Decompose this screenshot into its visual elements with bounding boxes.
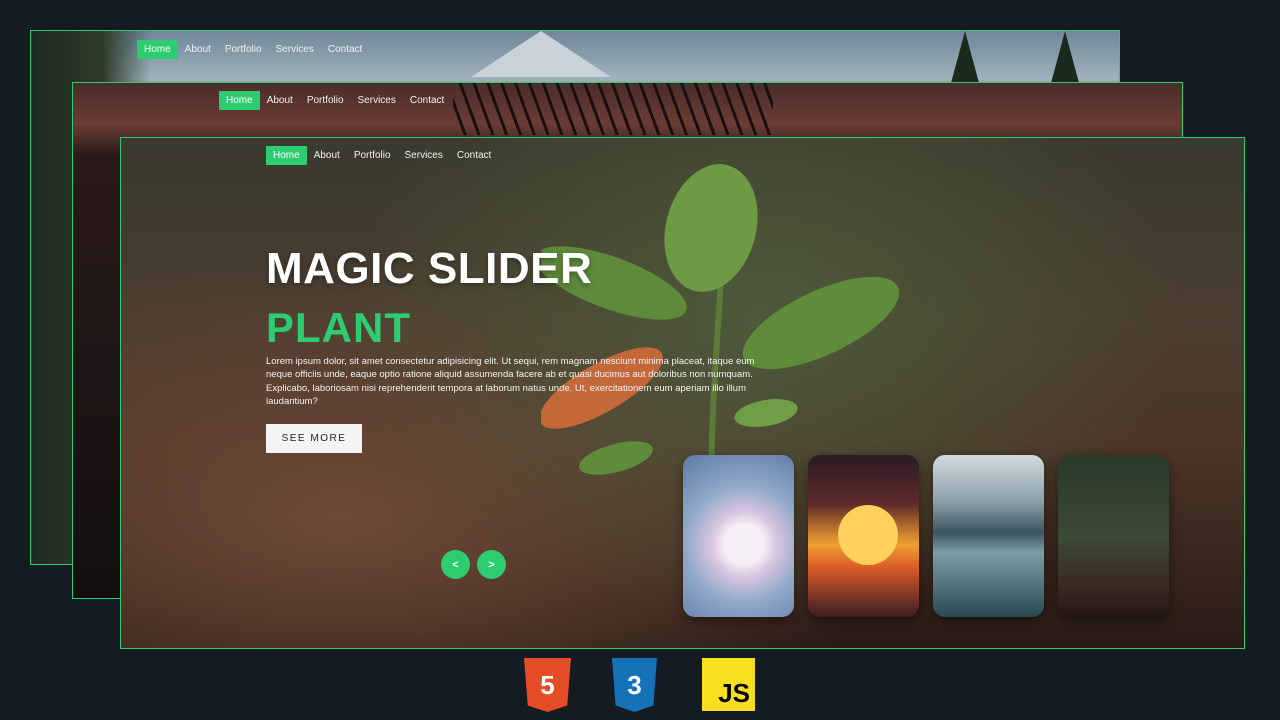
nav-contact[interactable]: Contact [403, 91, 451, 110]
css3-icon: 3 [612, 658, 657, 712]
nav-about[interactable]: About [307, 146, 347, 165]
see-more-button[interactable]: SEE MORE [266, 424, 362, 453]
plant-illustration [541, 164, 900, 498]
main-nav: Home About Portfolio Services Contact [266, 146, 498, 165]
sun-icon [838, 505, 898, 565]
next-arrow-button[interactable]: > [477, 550, 506, 579]
tree-decoration [1051, 31, 1079, 83]
nav-services[interactable]: Services [351, 91, 403, 110]
hero-subtitle: PLANT [266, 304, 411, 351]
thumbnail-plant[interactable] [1058, 455, 1169, 617]
slide1-nav: Home About Portfolio Services Contact [137, 40, 369, 59]
prev-arrow-button[interactable]: < [441, 550, 470, 579]
nav-portfolio[interactable]: Portfolio [300, 91, 351, 110]
nav-contact[interactable]: Contact [321, 40, 369, 59]
nav-services[interactable]: Services [269, 40, 321, 59]
nav-portfolio[interactable]: Portfolio [347, 146, 398, 165]
hero-description: Lorem ipsum dolor, sit amet consectetur … [266, 356, 755, 408]
nav-home[interactable]: Home [219, 91, 260, 110]
thumbnail-flower[interactable] [683, 455, 794, 617]
branches-decoration [453, 83, 773, 135]
nav-services[interactable]: Services [398, 146, 450, 165]
html5-icon: 5 [524, 658, 571, 712]
mountain-decoration [471, 31, 611, 77]
slide-front: Home About Portfolio Services Contact MA… [120, 137, 1245, 649]
tree-decoration [951, 31, 979, 83]
nav-home[interactable]: Home [266, 146, 307, 165]
thumbnail-sunset-tree[interactable] [808, 455, 919, 617]
tech-logos: 5 3 JS [0, 658, 1280, 718]
nav-about[interactable]: About [178, 40, 218, 59]
nav-contact[interactable]: Contact [450, 146, 498, 165]
slide2-nav: Home About Portfolio Services Contact [219, 91, 451, 110]
nav-portfolio[interactable]: Portfolio [218, 40, 269, 59]
hero-title: MAGIC SLIDER [266, 244, 593, 293]
nav-home[interactable]: Home [137, 40, 178, 59]
javascript-icon: JS [702, 658, 755, 711]
nav-about[interactable]: About [260, 91, 300, 110]
thumbnail-mountain-lake[interactable] [933, 455, 1044, 617]
